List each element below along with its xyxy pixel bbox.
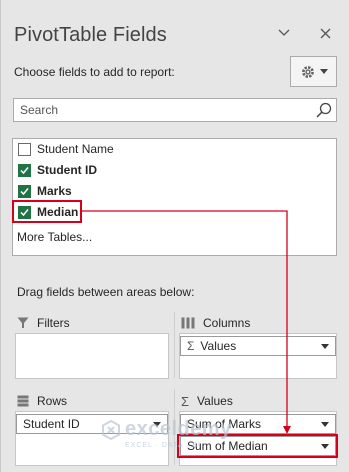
pill-label: Student ID bbox=[23, 417, 80, 431]
pane-title: PivotTable Fields bbox=[14, 24, 167, 46]
dropdown-triangle-icon bbox=[321, 422, 329, 427]
field-label: Student Name bbox=[37, 142, 114, 156]
choose-fields-label: Choose fields to add to report: bbox=[14, 65, 175, 79]
pill-label: Values bbox=[200, 339, 237, 353]
field-item-student-name[interactable]: Student Name bbox=[18, 140, 114, 158]
sigma-icon: Σ bbox=[187, 339, 195, 353]
rows-area-title: Rows bbox=[37, 394, 68, 408]
search-icon[interactable] bbox=[316, 102, 332, 118]
columns-area-title: Columns bbox=[203, 316, 251, 330]
gear-icon bbox=[301, 65, 314, 78]
filter-icon bbox=[17, 317, 29, 328]
median-highlight-box bbox=[12, 200, 82, 223]
values-area-header: Σ Values bbox=[181, 392, 233, 410]
field-checkbox[interactable] bbox=[18, 142, 31, 156]
field-checkbox[interactable] bbox=[18, 163, 31, 177]
task-pane-options-button[interactable] bbox=[273, 22, 295, 44]
dropdown-triangle-icon bbox=[321, 344, 329, 349]
more-tables-link[interactable]: More Tables... bbox=[17, 230, 92, 244]
search-input[interactable] bbox=[20, 102, 310, 118]
field-label: Marks bbox=[37, 184, 72, 198]
rows-area-header: Rows bbox=[17, 392, 67, 410]
rows-icon bbox=[17, 395, 29, 407]
values-area-title: Values bbox=[197, 394, 233, 408]
filters-area-title: Filters bbox=[37, 316, 70, 330]
exceldemy-logo-icon bbox=[102, 419, 120, 440]
drag-fields-label: Drag fields between areas below: bbox=[17, 285, 195, 299]
filters-area-header: Filters bbox=[17, 314, 70, 332]
field-checkbox[interactable] bbox=[18, 184, 31, 198]
search-box bbox=[13, 98, 337, 122]
field-item-student-id[interactable]: Student ID bbox=[18, 161, 97, 179]
watermark-logo: exceldemy EXCEL · DATA · BI bbox=[101, 418, 232, 449]
area-divider-top bbox=[174, 312, 175, 378]
checkmark-icon bbox=[20, 187, 29, 195]
columns-values-pill[interactable]: Σ Values bbox=[180, 336, 336, 356]
columns-drop-area[interactable]: Σ Values bbox=[179, 333, 337, 379]
dropdown-triangle-icon bbox=[319, 69, 328, 74]
tools-settings-button[interactable] bbox=[290, 56, 337, 87]
pivottable-fields-pane: PivotTable Fields Choose fields to add t… bbox=[0, 0, 349, 472]
field-label: Student ID bbox=[37, 163, 97, 177]
checkmark-icon bbox=[20, 166, 29, 174]
chevron-down-icon bbox=[278, 29, 290, 36]
close-pane-button[interactable] bbox=[314, 22, 336, 44]
watermark-brand: exceldemy bbox=[125, 418, 232, 440]
sigma-icon: Σ bbox=[181, 393, 190, 409]
close-icon bbox=[320, 28, 330, 38]
columns-area-header: Columns bbox=[181, 314, 250, 332]
field-list: Student Name Student ID Marks Median Mor… bbox=[12, 138, 337, 256]
field-item-marks[interactable]: Marks bbox=[18, 182, 72, 200]
watermark-tagline: EXCEL · DATA · BI bbox=[125, 442, 201, 449]
columns-icon bbox=[181, 317, 195, 329]
filters-drop-area[interactable] bbox=[15, 333, 169, 379]
